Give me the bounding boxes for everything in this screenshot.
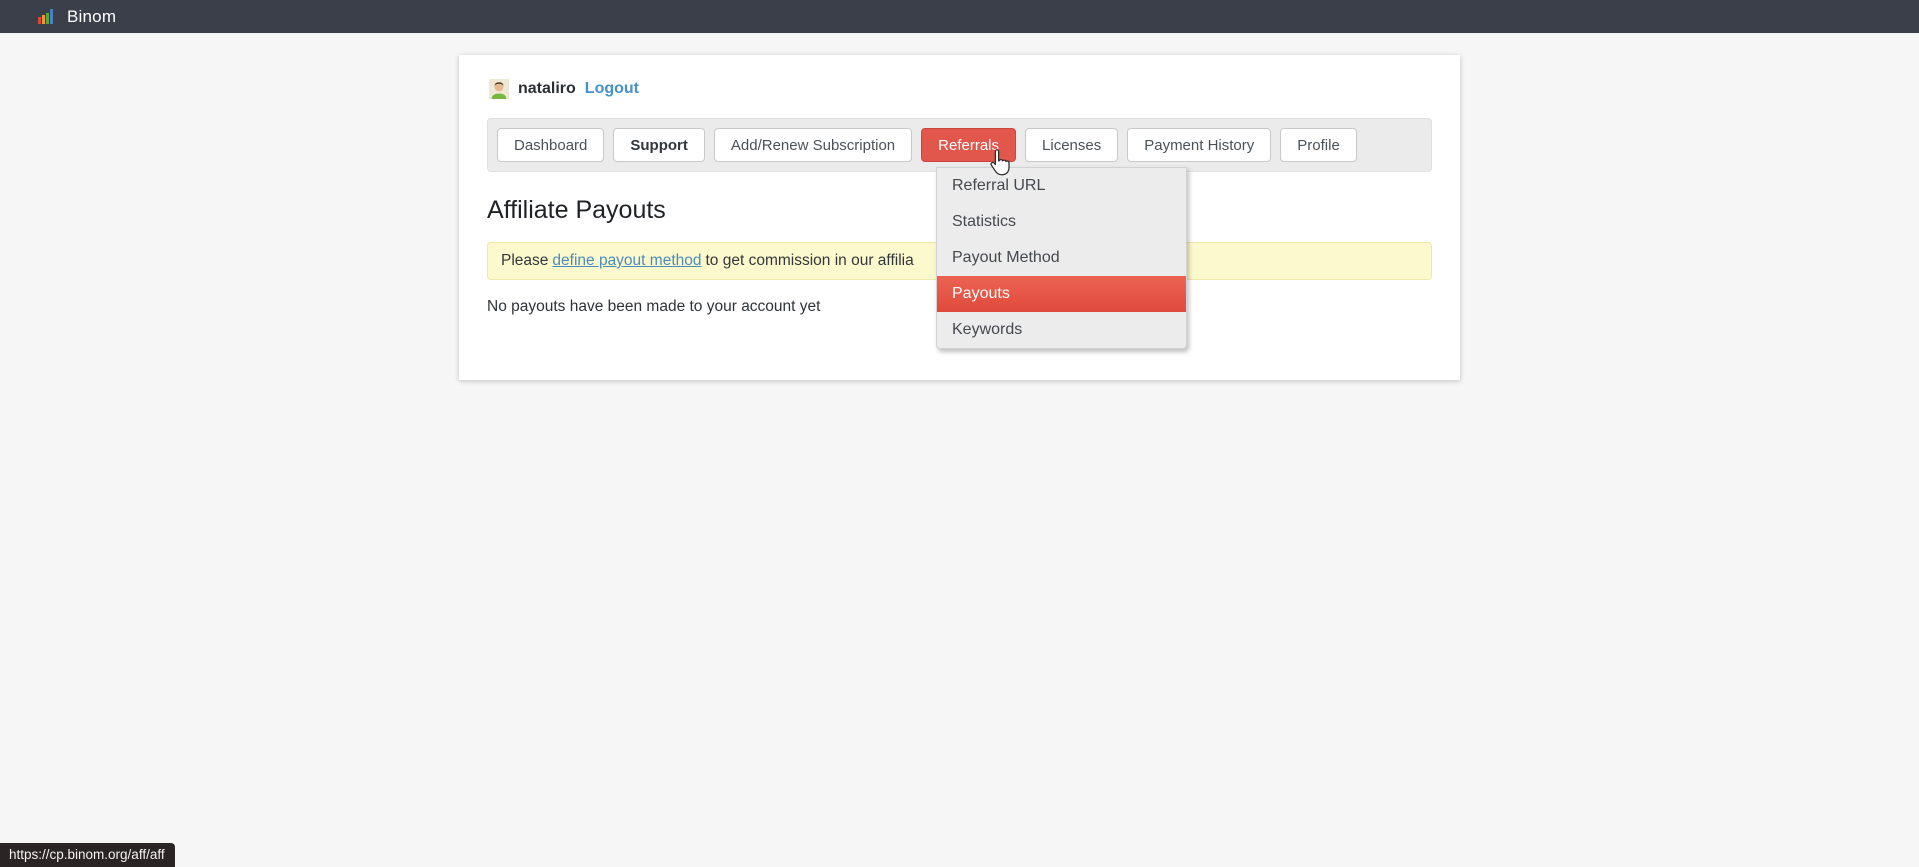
tab-payment-history[interactable]: Payment History <box>1127 128 1271 162</box>
tab-referrals[interactable]: Referrals <box>921 128 1016 162</box>
status-url-tooltip: https://cp.binom.org/aff/aff <box>0 843 175 867</box>
menu-item-referral-url[interactable]: Referral URL <box>937 168 1186 204</box>
brand-name: Binom <box>67 7 116 27</box>
tab-licenses[interactable]: Licenses <box>1025 128 1118 162</box>
tab-support[interactable]: Support <box>613 128 705 162</box>
menu-item-payout-method[interactable]: Payout Method <box>937 240 1186 276</box>
username: nataliro <box>518 80 576 98</box>
tab-dashboard[interactable]: Dashboard <box>497 128 604 162</box>
define-payout-method-link[interactable]: define payout method <box>552 252 701 270</box>
bar-chart-icon <box>38 9 56 24</box>
menu-item-payouts[interactable]: Payouts <box>937 276 1186 312</box>
logout-link[interactable]: Logout <box>585 80 639 98</box>
referrals-dropdown: Referral URL Statistics Payout Method Pa… <box>936 167 1187 349</box>
menu-item-keywords[interactable]: Keywords <box>937 312 1186 348</box>
topbar: Binom <box>0 0 1919 33</box>
tab-profile[interactable]: Profile <box>1280 128 1357 162</box>
notice-text-suffix: to get commission in our affilia <box>706 252 914 270</box>
menu-item-statistics[interactable]: Statistics <box>937 204 1186 240</box>
binom-logo[interactable]: Binom <box>38 7 116 27</box>
user-row: nataliro Logout <box>489 79 1432 99</box>
page: Binom nataliro Logout Dashboard Support … <box>0 0 1919 867</box>
tab-bar: Dashboard Support Add/Renew Subscription… <box>487 118 1432 172</box>
notice-text-prefix: Please <box>501 252 548 270</box>
user-avatar <box>489 79 509 99</box>
tab-add-renew-subscription[interactable]: Add/Renew Subscription <box>714 128 912 162</box>
